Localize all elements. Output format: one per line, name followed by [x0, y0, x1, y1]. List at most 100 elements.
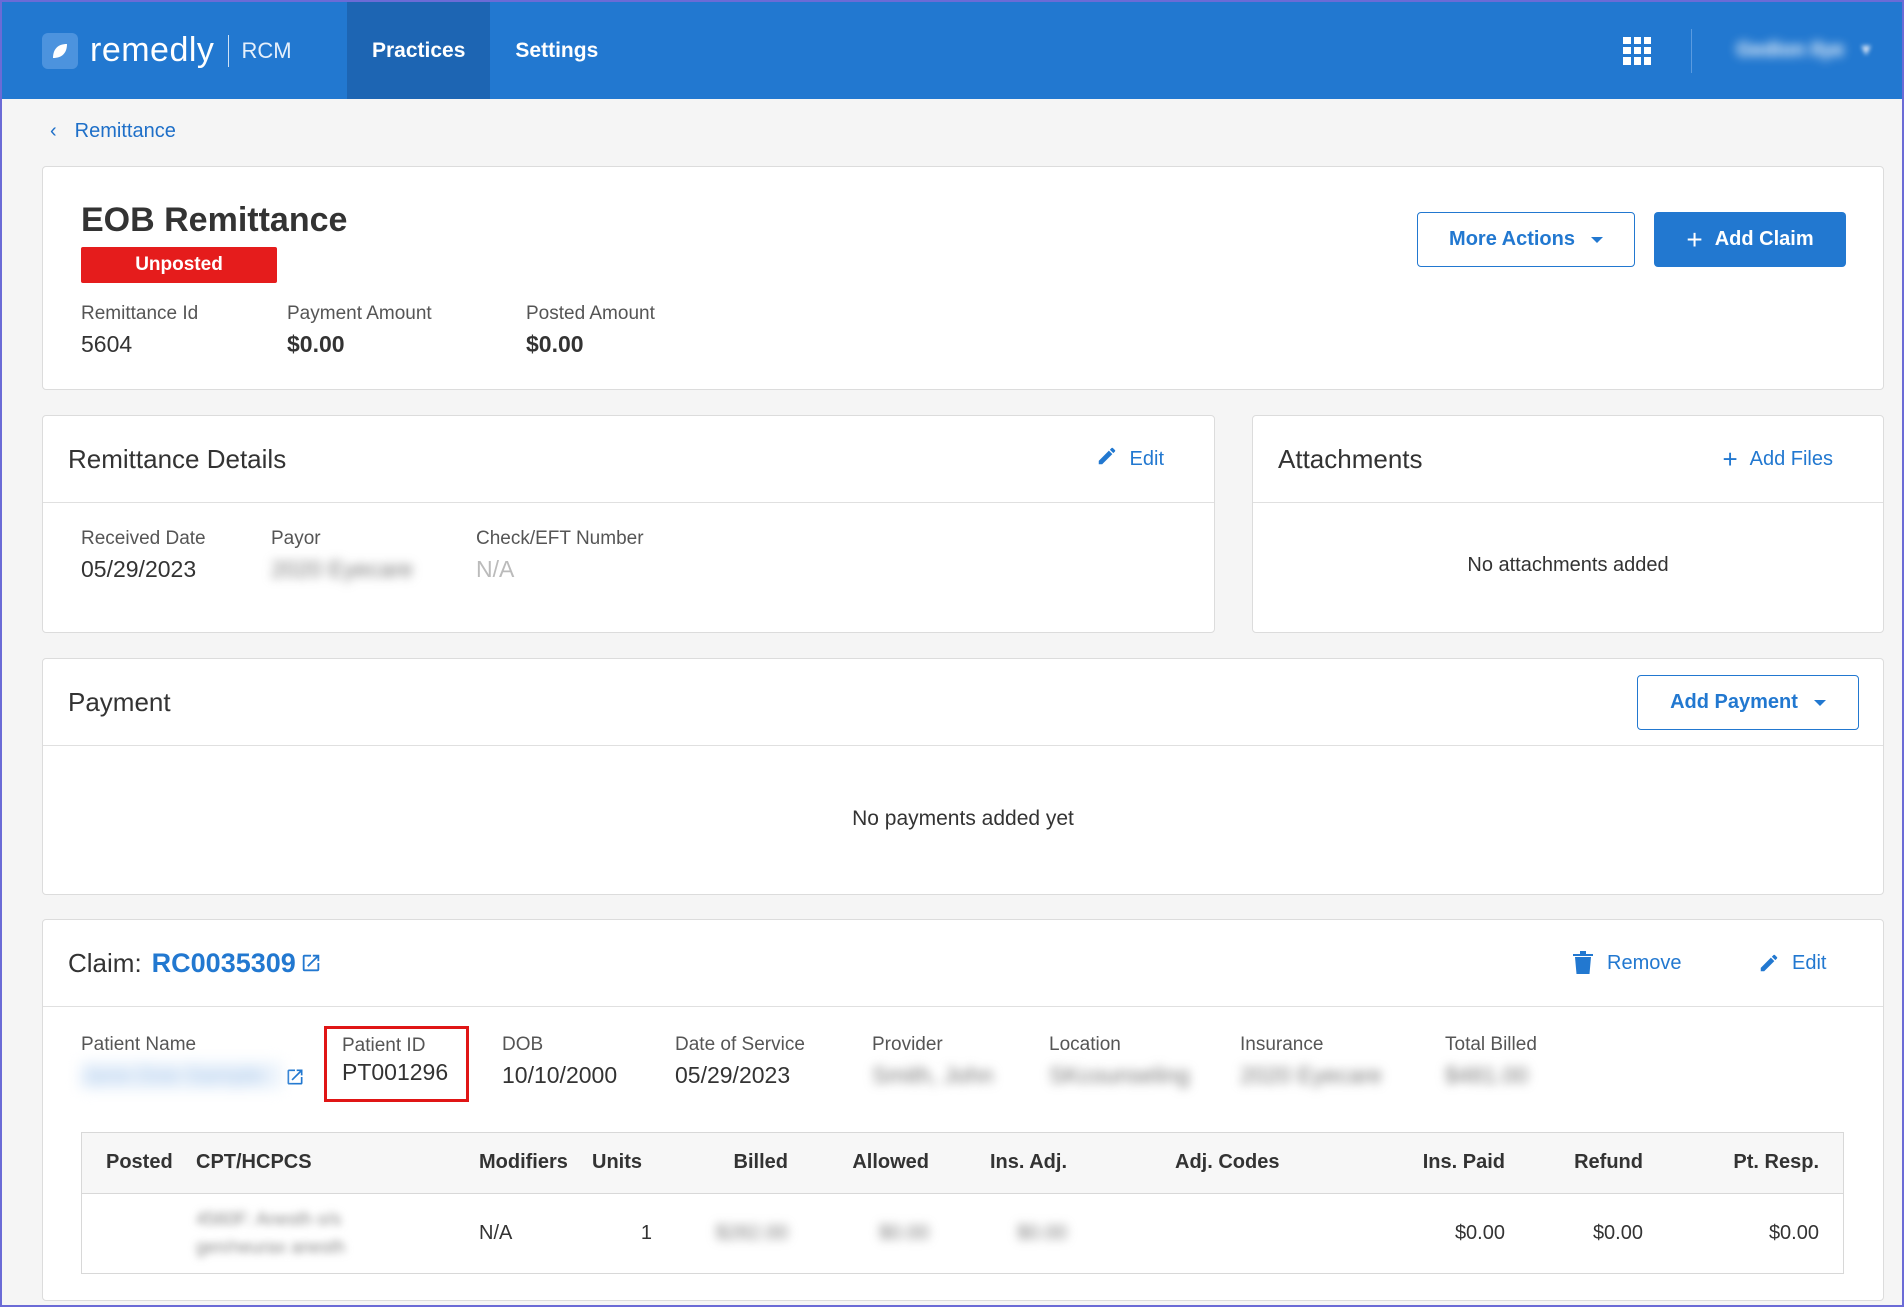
remove-claim-button[interactable]: Remove: [1573, 951, 1681, 975]
remittance-id-value: 5604: [81, 331, 133, 357]
app-logo[interactable]: remedly RCM: [42, 2, 347, 99]
total-billed-value: $481.00: [1445, 1062, 1529, 1088]
patient-name-value: Jane Doe Sample: [81, 1062, 281, 1089]
cell-modifiers: N/A: [479, 1221, 513, 1244]
attachments-card: Attachments + Add Files No attachments a…: [1252, 415, 1884, 633]
claim-title-prefix: Claim:: [68, 947, 142, 978]
edit-remittance-button[interactable]: Edit: [1096, 445, 1164, 473]
column-header-pt-resp: Pt. Resp.: [1733, 1151, 1819, 1174]
location-value: SKcounseling: [1049, 1062, 1190, 1088]
payment-amount-label: Payment Amount: [287, 303, 432, 324]
cell-cpt: 4560F: Anesth o/s gen/neurax anesth: [196, 1193, 479, 1273]
table-header-row: Posted CPT/HCPCS Modifiers Units Billed …: [82, 1133, 1843, 1193]
location-field: Location SKcounseling: [1049, 1034, 1190, 1089]
logo-text: remedly: [90, 31, 215, 69]
column-header-allowed: Allowed: [852, 1151, 929, 1174]
check-eft-value: N/A: [476, 556, 515, 582]
more-actions-button[interactable]: More Actions: [1417, 212, 1635, 267]
column-header-cpt: CPT/HCPCS: [196, 1151, 312, 1174]
add-claim-label: Add Claim: [1714, 228, 1814, 250]
nav-settings[interactable]: Settings: [490, 2, 623, 99]
add-claim-button[interactable]: + Add Claim: [1654, 212, 1846, 267]
cell-ins-adj: $0.00: [1016, 1221, 1067, 1244]
remittance-details-title: Remittance Details: [68, 443, 287, 474]
add-files-button[interactable]: + Add Files: [1722, 444, 1833, 475]
payment-header: Payment Add Payment: [43, 659, 1883, 746]
more-actions-label: More Actions: [1449, 228, 1575, 250]
cpt-line-1: 4560F: Anesth o/s: [196, 1209, 342, 1230]
pencil-icon: [1096, 445, 1118, 473]
dob-field: DOB 10/10/2000: [502, 1034, 617, 1089]
remittance-id-label: Remittance Id: [81, 303, 199, 324]
edit-label: Edit: [1129, 447, 1164, 470]
posted-amount-value: $0.00: [526, 331, 584, 357]
remittance-details-card: Remittance Details Edit Received Date 05…: [42, 415, 1215, 633]
caret-down-icon: [1813, 699, 1826, 706]
leaf-icon: [42, 32, 78, 69]
table-row: 4560F: Anesth o/s gen/neurax anesth N/A …: [82, 1193, 1843, 1273]
provider-label: Provider: [872, 1034, 943, 1055]
breadcrumb-remittance-link[interactable]: Remittance: [75, 120, 176, 143]
apps-grid-icon[interactable]: [1623, 36, 1652, 65]
provider-field: Provider Smith, John: [872, 1034, 993, 1089]
logo-subtitle: RCM: [241, 37, 292, 63]
add-payment-button[interactable]: Add Payment: [1637, 675, 1859, 730]
date-of-service-label: Date of Service: [675, 1034, 805, 1055]
payor-value: 2020 Eyecare: [271, 556, 413, 582]
claim-header: Claim: RC0035309 Remove Edit: [43, 920, 1883, 1007]
location-label: Location: [1049, 1034, 1121, 1055]
patient-id-value: PT001296: [342, 1059, 449, 1085]
attachments-title: Attachments: [1278, 443, 1423, 474]
cpt-line-2: gen/neurax anesth: [196, 1237, 346, 1258]
cell-refund: $0.00: [1592, 1221, 1643, 1244]
edit-label: Edit: [1792, 951, 1827, 974]
check-eft-label: Check/EFT Number: [476, 528, 644, 549]
nav-practices[interactable]: Practices: [347, 2, 491, 99]
payor-field: Payor 2020 Eyecare: [271, 528, 413, 583]
patient-name-label: Patient Name: [81, 1034, 197, 1055]
claim-id-link[interactable]: RC0035309: [152, 948, 296, 979]
patient-name-field: Patient Name Jane Doe Sample: [81, 1034, 305, 1089]
edit-claim-button[interactable]: Edit: [1758, 952, 1826, 975]
remittance-details-header: Remittance Details Edit: [43, 416, 1214, 503]
insurance-label: Insurance: [1240, 1034, 1324, 1055]
remove-label: Remove: [1607, 951, 1682, 974]
date-of-service-field: Date of Service 05/29/2023: [675, 1034, 805, 1089]
patient-id-label: Patient ID: [342, 1035, 426, 1056]
add-payment-label: Add Payment: [1670, 691, 1798, 713]
dob-label: DOB: [502, 1034, 544, 1055]
payment-empty-message: No payments added yet: [852, 807, 1074, 830]
plus-icon: +: [1686, 223, 1703, 255]
trash-icon: [1573, 951, 1593, 975]
posted-amount-label: Posted Amount: [526, 303, 655, 324]
total-billed-label: Total Billed: [1445, 1034, 1537, 1055]
chevron-left-icon: ‹: [50, 120, 57, 142]
external-link-icon[interactable]: [285, 1067, 305, 1087]
remittance-id-field: Remittance Id 5604: [81, 303, 198, 358]
cell-billed: $282.00: [715, 1221, 788, 1244]
check-eft-field: Check/EFT Number N/A: [476, 528, 644, 583]
top-navigation-bar: remedly RCM Practices Settings Gedion Il…: [2, 2, 1902, 99]
payment-amount-value: $0.00: [287, 331, 345, 357]
add-files-label: Add Files: [1749, 447, 1833, 470]
plus-icon: +: [1722, 443, 1738, 474]
topbar-divider: [1691, 28, 1693, 73]
column-header-posted: Posted: [106, 1151, 173, 1174]
received-date-value: 05/29/2023: [81, 556, 197, 582]
logo-divider: [228, 34, 230, 67]
remittance-summary-card: EOB Remittance Unposted Remittance Id 56…: [42, 166, 1884, 390]
date-of-service-value: 05/29/2023: [675, 1062, 791, 1088]
service-lines-table: Posted CPT/HCPCS Modifiers Units Billed …: [81, 1132, 1844, 1274]
column-header-billed: Billed: [733, 1151, 788, 1174]
cell-posted: [82, 1193, 196, 1273]
user-menu-name[interactable]: Gedion Ilye: [1736, 39, 1844, 62]
chevron-down-icon[interactable]: ▼: [1858, 42, 1874, 60]
patient-id-field: Patient ID PT001296: [324, 1026, 469, 1102]
external-link-icon[interactable]: [300, 952, 322, 974]
column-header-modifiers: Modifiers: [479, 1151, 568, 1174]
column-header-ins-paid: Ins. Paid: [1422, 1151, 1505, 1174]
breadcrumb[interactable]: ‹ Remittance: [50, 120, 176, 143]
attachments-empty-message: No attachments added: [1467, 554, 1669, 576]
payment-amount-field: Payment Amount $0.00: [287, 303, 432, 358]
pencil-icon: [1758, 952, 1780, 974]
